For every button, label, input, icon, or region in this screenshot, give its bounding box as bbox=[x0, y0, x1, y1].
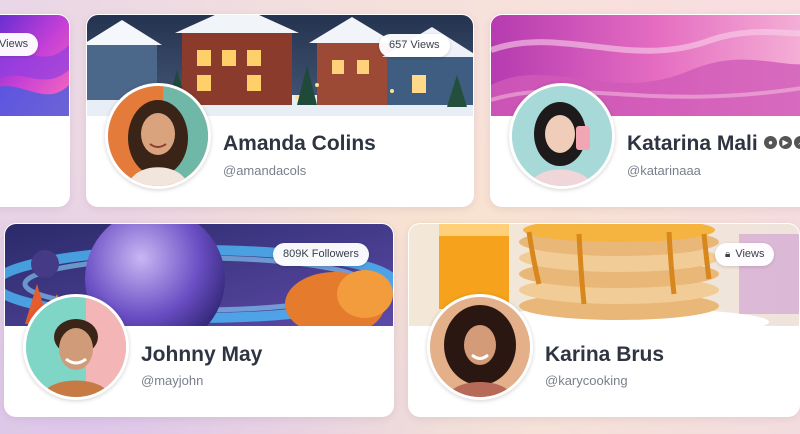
avatar[interactable] bbox=[427, 294, 533, 400]
profile-name: Karina Brus bbox=[545, 343, 665, 366]
profile-handle: @katarinaaa bbox=[627, 163, 701, 178]
lock-icon: 🔒︎ bbox=[725, 249, 731, 260]
profile-handle: @amandacols bbox=[223, 163, 307, 178]
link-icon[interactable]: ↗ bbox=[794, 136, 800, 149]
play-icon[interactable]: ▶ bbox=[779, 136, 792, 149]
profile-handle: @karycooking bbox=[545, 373, 628, 388]
profile-card-johnny[interactable]: 809K Followers Johnny May @mayjohn bbox=[4, 223, 394, 417]
profile-card-amanda[interactable]: 657 Views Amanda Colins @amandacols bbox=[86, 14, 474, 207]
views-badge: 657 Views bbox=[379, 34, 450, 57]
avatar[interactable] bbox=[105, 83, 211, 189]
profile-name: Johnny May bbox=[141, 343, 263, 366]
views-badge: 🔒︎ Views bbox=[715, 243, 775, 266]
profile-card-katarina[interactable]: Katarina Mali ● ▶ ↗ @katarinaaa bbox=[490, 14, 800, 207]
views-badge-label: 657 Views bbox=[389, 39, 440, 51]
profile-handle: @mayjohn bbox=[141, 373, 204, 388]
followers-badge: 809K Followers bbox=[273, 243, 369, 266]
views-badge: Views bbox=[0, 33, 39, 56]
avatar[interactable] bbox=[509, 83, 615, 189]
social-icons: ● ▶ ↗ bbox=[764, 136, 800, 149]
circle-icon[interactable]: ● bbox=[764, 136, 777, 149]
profile-name: Amanda Colins bbox=[223, 132, 376, 155]
profile-card-karina[interactable]: 🔒︎ Views Karina Brus @karycooking bbox=[408, 223, 800, 417]
avatar[interactable] bbox=[23, 294, 129, 400]
views-badge-label: Views bbox=[0, 38, 29, 50]
profile-name: Katarina Mali bbox=[627, 132, 758, 155]
views-badge-label: Views bbox=[735, 248, 765, 260]
cover-image bbox=[0, 15, 69, 116]
followers-badge-label: 809K Followers bbox=[283, 248, 359, 260]
profile-card-partial-left[interactable]: Views bbox=[0, 14, 70, 207]
